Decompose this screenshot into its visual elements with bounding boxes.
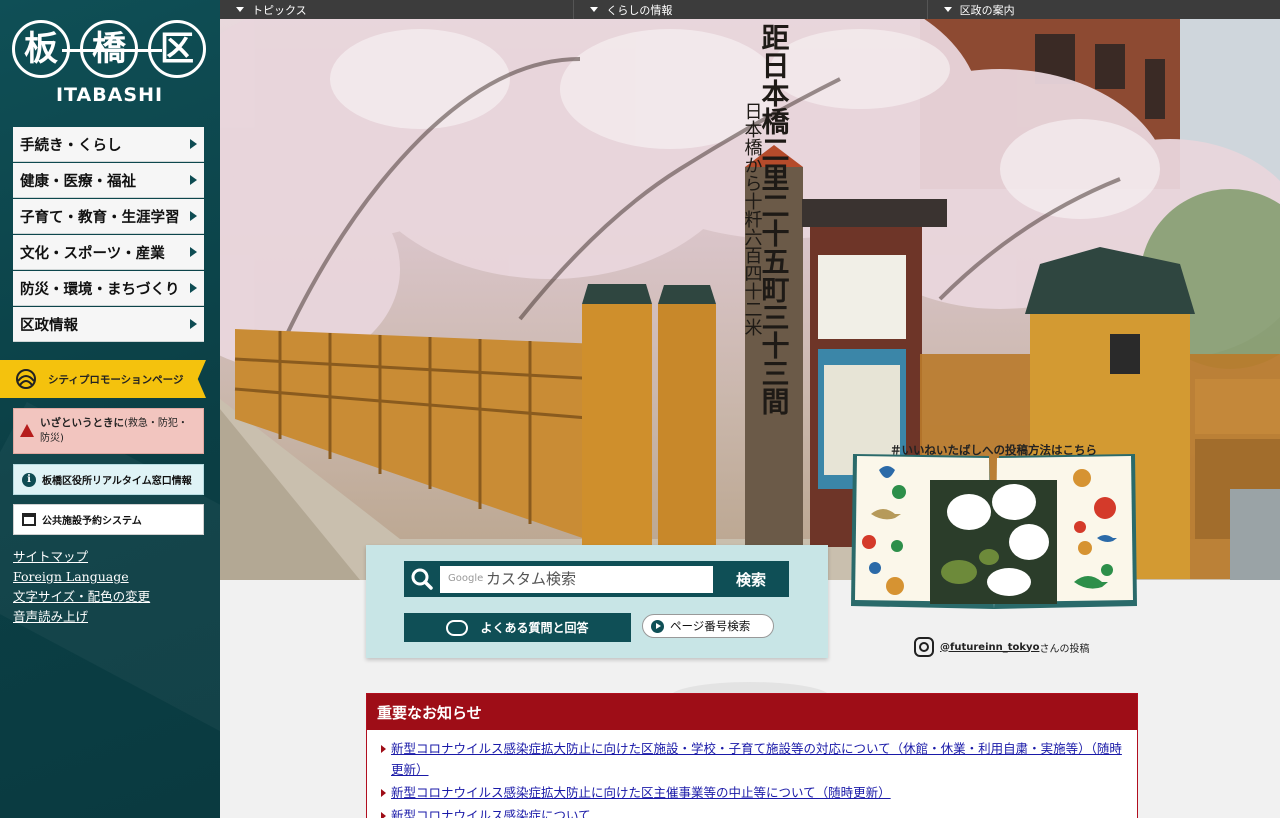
caret-down-icon bbox=[590, 7, 599, 12]
emergency-link[interactable]: いざというときに(救急・防犯・防災) bbox=[13, 408, 204, 454]
realtime-window-info-label: 板橋区役所リアルタイム窓口情報 bbox=[42, 476, 192, 487]
city-promotion-link[interactable]: シティプロモーションページ bbox=[0, 360, 206, 398]
search-input-wrapper: Google bbox=[440, 565, 713, 593]
utility-links: サイトマップ Foreign Language 文字サイズ・配色の変更 音声読み… bbox=[13, 547, 150, 627]
search-icon[interactable] bbox=[404, 561, 440, 597]
open-book-illustration bbox=[851, 454, 1137, 609]
important-notice-heading: 重要なお知らせ bbox=[367, 694, 1137, 730]
menu-item-culture[interactable]: 文化・スポーツ・産業 bbox=[13, 235, 204, 270]
faq-button[interactable]: よくある質問と回答 bbox=[404, 613, 631, 642]
chevron-right-icon bbox=[190, 319, 197, 329]
text-size-color-link[interactable]: 文字サイズ・配色の変更 bbox=[13, 587, 150, 607]
list-item: 新型コロナウイルス感染症拡大防止に向けた区施設・学校・子育て施設等の対応について… bbox=[381, 738, 1123, 780]
topnav-label: くらしの情報 bbox=[606, 3, 673, 17]
list-item: 新型コロナウイルス感染症拡大防止に向けた区主催事業等の中止等について（随時更新） bbox=[381, 782, 1123, 803]
topnav-label: トピックス bbox=[252, 3, 307, 17]
text-to-speech-link[interactable]: 音声読み上げ bbox=[13, 607, 150, 627]
chevron-right-icon bbox=[190, 247, 197, 257]
foreign-language-link[interactable]: Foreign Language bbox=[13, 567, 150, 587]
signpost-side-text: 日本橋から十粁六百四十二米 bbox=[742, 102, 763, 336]
city-promotion-label: シティプロモーションページ bbox=[48, 373, 184, 386]
menu-item-government[interactable]: 区政情報 bbox=[13, 307, 204, 342]
menu-item-label: 区政情報 bbox=[20, 316, 78, 334]
important-notice-panel: 重要なお知らせ 新型コロナウイルス感染症拡大防止に向けた区施設・学校・子育て施設… bbox=[366, 693, 1138, 818]
search-button[interactable]: 検索 bbox=[713, 561, 789, 597]
chat-bubble-icon bbox=[446, 619, 469, 636]
list-item: 新型コロナウイルス感染症について bbox=[381, 805, 1123, 818]
instagram-suffix: さんの投稿 bbox=[1039, 643, 1090, 655]
menu-item-label: 健康・医療・福祉 bbox=[20, 172, 136, 190]
page-number-search-label: ページ番号検索 bbox=[670, 619, 751, 633]
faq-label: よくある質問と回答 bbox=[480, 621, 589, 635]
page-number-search-button[interactable]: ページ番号検索 bbox=[642, 614, 774, 638]
menu-item-procedures[interactable]: 手続き・くらし bbox=[13, 127, 204, 162]
caret-down-icon bbox=[943, 7, 952, 12]
topnav-government[interactable]: 区政の案内 bbox=[926, 0, 1280, 19]
logo-kanji-1: 板 bbox=[12, 20, 70, 78]
instagram-credit: @futureinn_tokyo さんの投稿 bbox=[914, 637, 1089, 657]
instagram-how-to-post-title: ＃いいねいたばしへの投稿方法はこちら bbox=[890, 443, 1097, 457]
itabashi-logo[interactable]: 板 橋 区 ITABASHI bbox=[12, 20, 207, 110]
topnav-label: 区政の案内 bbox=[959, 3, 1015, 17]
notice-link[interactable]: 新型コロナウイルス感染症拡大防止に向けた区主催事業等の中止等について（随時更新） bbox=[391, 785, 891, 800]
notice-link[interactable]: 新型コロナウイルス感染症について bbox=[391, 808, 591, 818]
menu-item-label: 文化・スポーツ・産業 bbox=[20, 244, 165, 262]
emergency-title: いざというときに bbox=[40, 417, 124, 429]
chevron-right-icon bbox=[190, 283, 197, 293]
google-watermark: Google bbox=[448, 572, 484, 584]
instagram-handle-link[interactable]: @futureinn_tokyo bbox=[940, 642, 1039, 653]
menu-item-disaster[interactable]: 防災・環境・まちづくり bbox=[13, 271, 204, 306]
menu-item-label: 手続き・くらし bbox=[20, 136, 122, 154]
main-menu: 手続き・くらし 健康・医療・福祉 子育て・教育・生涯学習 文化・スポーツ・産業 … bbox=[13, 127, 204, 343]
chevron-right-icon bbox=[190, 211, 197, 221]
topnav-living-info[interactable]: くらしの情報 bbox=[573, 0, 926, 19]
logo-roman-text: ITABASHI bbox=[55, 84, 164, 106]
sitemap-link[interactable]: サイトマップ bbox=[13, 547, 150, 567]
calendar-icon bbox=[22, 513, 36, 526]
warning-icon bbox=[20, 424, 34, 437]
menu-item-label: 子育て・教育・生涯学習 bbox=[20, 208, 180, 226]
play-circle-icon bbox=[651, 619, 664, 633]
logo-kanji-3: 区 bbox=[148, 20, 206, 78]
instagram-post-panel[interactable]: ＃いいねいたばしへの投稿方法はこちら bbox=[849, 442, 1138, 611]
notice-list: 新型コロナウイルス感染症拡大防止に向けた区施設・学校・子育て施設等の対応について… bbox=[367, 730, 1137, 818]
caret-down-icon bbox=[236, 7, 244, 12]
chevron-right-icon bbox=[190, 139, 197, 149]
search-bar: Google 検索 bbox=[404, 561, 789, 597]
flower-emblem-icon bbox=[16, 369, 36, 389]
menu-item-childcare[interactable]: 子育て・教育・生涯学習 bbox=[13, 199, 204, 234]
logo-kanji-2: 橋 bbox=[80, 20, 138, 78]
notice-link[interactable]: 新型コロナウイルス感染症拡大防止に向けた区施設・学校・子育て施設等の対応について… bbox=[391, 741, 1122, 777]
realtime-window-info-button[interactable]: i 板橋区役所リアルタイム窓口情報 bbox=[13, 464, 204, 495]
info-icon: i bbox=[22, 472, 36, 487]
sidebar: 板 橋 区 ITABASHI 手続き・くらし 健康・医療・福祉 子育て・教育・生… bbox=[0, 0, 220, 818]
topnav-topics[interactable]: トピックス bbox=[220, 0, 573, 19]
top-navigation: トピックス くらしの情報 区政の案内 bbox=[220, 0, 1280, 19]
instagram-icon bbox=[914, 637, 934, 657]
menu-item-health[interactable]: 健康・医療・福祉 bbox=[13, 163, 204, 198]
search-panel: Google 検索 よくある質問と回答 ページ番号検索 bbox=[366, 545, 828, 658]
facility-reservation-label: 公共施設予約システム bbox=[42, 516, 142, 527]
menu-item-label: 防災・環境・まちづくり bbox=[20, 280, 180, 298]
facility-reservation-button[interactable]: 公共施設予約システム bbox=[13, 504, 204, 535]
chevron-right-icon bbox=[190, 175, 197, 185]
